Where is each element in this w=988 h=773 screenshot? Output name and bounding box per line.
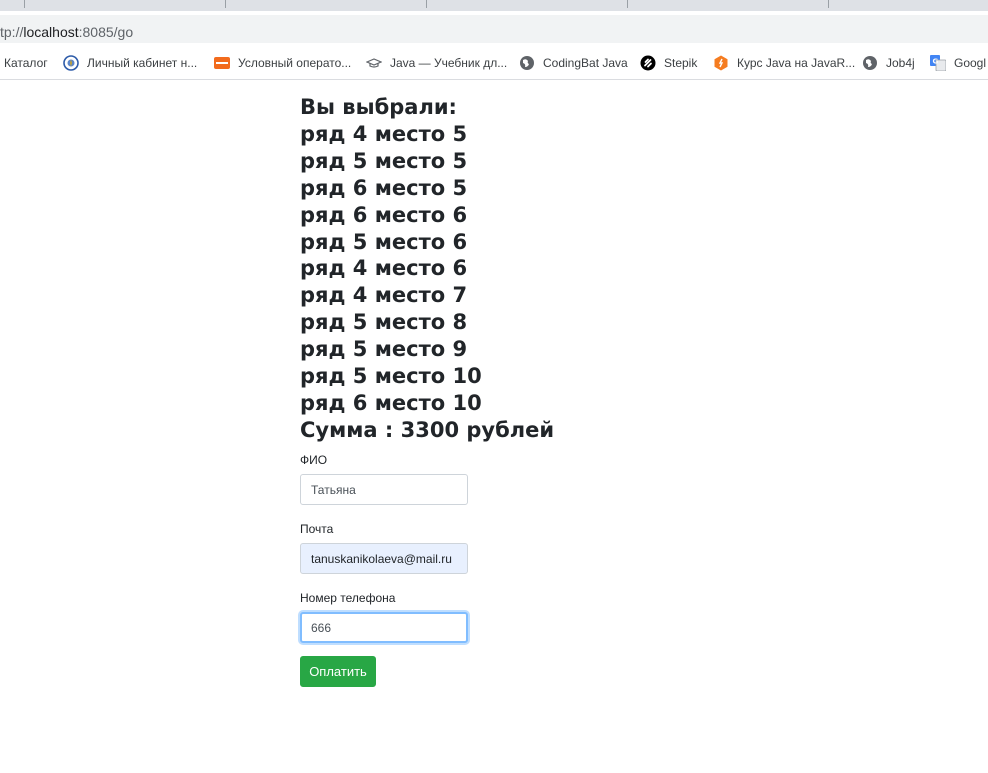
order-summary: Вы выбрали: ряд 4 место 5 ряд 5 место 5 … [300,94,700,687]
pay-button[interactable]: Оплатить [300,656,376,687]
bookmark-label: Java — Учебник дл... [390,56,508,70]
bookmark-catalog[interactable]: Каталог [4,53,48,73]
globe-icon [519,55,535,71]
bookmark-google-translate[interactable]: G Googl [930,53,986,73]
seat-item: ряд 5 место 8 [300,310,468,335]
bookmarks-bar: Каталог Личный кабинет н... Условный опе… [0,47,988,80]
google-translate-icon: G [930,55,946,71]
seat-item: ряд 4 место 5 [300,121,468,146]
stepik-icon [640,55,656,71]
svg-text:G: G [933,58,939,66]
email-input[interactable] [300,543,468,574]
tab-divider [828,0,829,8]
bookmark-label: Личный кабинет н... [87,56,198,70]
bookmark-codingbat[interactable]: CodingBat Java [519,53,628,73]
url-path: :8085/go [78,24,134,40]
javarush-icon [713,55,729,71]
seat-item: ряд 5 место 5 [300,148,468,173]
url-host: localhost [23,24,79,40]
fio-label: ФИО [300,453,328,467]
seat-item: ряд 4 место 6 [300,256,468,281]
seat-item: ряд 5 место 6 [300,229,468,254]
bookmark-label: Stepik [664,56,698,70]
globe-icon [862,55,878,71]
tab-divider [426,0,427,8]
cyberforum-icon [214,55,230,71]
bookmark-label: CodingBat Java [543,56,628,70]
browser-tab-strip [0,0,988,11]
fio-input[interactable] [300,474,468,505]
seat-item: ряд 6 место 10 [300,390,482,415]
bookmark-label: Курс Java на JavaR... [737,56,856,70]
seat-item: ряд 6 место 6 [300,202,468,227]
bookmark-label: Googl [954,56,987,70]
bookmark-javarush[interactable]: Курс Java на JavaR... [713,53,855,73]
bookmark-job4j[interactable]: Job4j [862,53,915,73]
url-text[interactable]: tp://localhost:8085/go [0,24,133,40]
emblem-icon [63,55,79,71]
seat-item: ряд 5 место 9 [300,337,468,362]
seat-item: ряд 6 место 5 [300,175,468,200]
tab-divider [24,0,25,8]
seat-item: ряд 5 место 10 [300,364,482,389]
bookmark-uslovny-operator[interactable]: Условный операто... [214,53,351,73]
bookmark-label: Каталог [4,56,48,70]
seat-item: ряд 4 место 7 [300,283,468,308]
hat-icon [366,55,382,71]
page-title: Вы выбрали: [300,95,457,119]
omnibox[interactable]: tp://localhost:8085/go [0,15,988,43]
bookmark-label: Job4j [886,56,915,70]
total-sum: Сумма : 3300 рублей [300,417,555,442]
bookmark-stepik[interactable]: Stepik [640,53,697,73]
bookmark-label: Условный операто... [238,56,352,70]
address-bar: tp://localhost:8085/go [0,11,988,47]
tab-divider [627,0,628,8]
tab-divider [225,0,226,8]
email-label: Почта [300,522,334,536]
phone-label: Номер телефона [300,591,396,605]
url-scheme: tp:// [0,24,24,40]
bookmark-java-uchebnik[interactable]: Java — Учебник дл... [366,53,507,73]
bookmark-lichny-kabinet[interactable]: Личный кабинет н... [63,53,197,73]
phone-input[interactable] [300,612,468,643]
